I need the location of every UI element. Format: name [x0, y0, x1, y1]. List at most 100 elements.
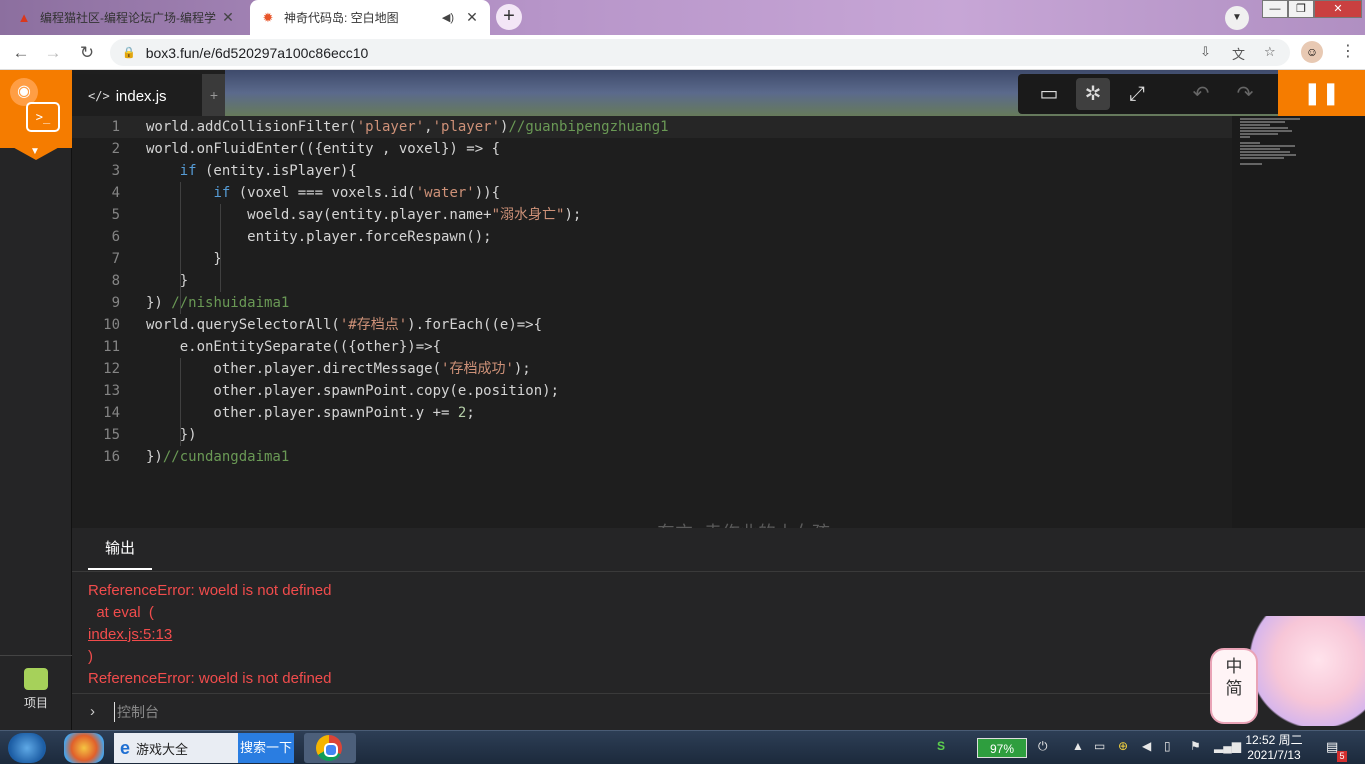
- line-number: 6: [111, 229, 120, 245]
- code-line[interactable]: 13 other.player.spawnPoint.copy(e.positi…: [72, 380, 1232, 402]
- console-input[interactable]: [114, 702, 714, 722]
- editor-tab-bar: </> index.js + ▭ ✲ ⤢ ↶ ↷ ❚❚: [72, 70, 1365, 116]
- code-line[interactable]: 5 woeld.say(entity.player.name+"溺水身亡");: [72, 204, 1232, 226]
- volume-icon[interactable]: ◀: [1142, 739, 1151, 753]
- browser-tab-codemao[interactable]: ▲ 编程猫社区-编程论坛广场-编程学 ✕: [6, 0, 246, 35]
- forward-icon[interactable]: →: [40, 40, 66, 66]
- download-icon[interactable]: ⇩: [1200, 44, 1211, 60]
- line-number: 10: [103, 317, 120, 333]
- keyboard-icon[interactable]: ▭: [1094, 739, 1105, 753]
- console-panel-icon[interactable]: >_: [26, 102, 60, 132]
- error-source-link[interactable]: index.js:5:13: [88, 626, 172, 643]
- translate-icon[interactable]: 文: [1232, 44, 1245, 63]
- code-text: }): [146, 427, 197, 443]
- profile-avatar[interactable]: ☺: [1301, 41, 1323, 63]
- code-line[interactable]: 14 other.player.spawnPoint.y += 2;: [72, 402, 1232, 424]
- code-text: if (voxel === voxels.id('water')){: [213, 185, 501, 201]
- chevron-down-icon[interactable]: ▼: [30, 146, 40, 157]
- line-number: 1: [111, 119, 120, 135]
- flag-icon[interactable]: ⚑: [1190, 739, 1201, 753]
- clock-date: 2021/7/13: [1247, 748, 1301, 762]
- output-panel: 输出 ReferenceError: woeld is not defined …: [72, 528, 1365, 730]
- search-button[interactable]: 搜索一下: [238, 733, 294, 763]
- ie-taskbar-button[interactable]: e 游戏大全: [114, 733, 238, 763]
- reload-icon[interactable]: ↻: [74, 40, 100, 66]
- expand-icon[interactable]: ⤢: [1120, 78, 1154, 110]
- ie-label: 游戏大全: [136, 741, 189, 757]
- network-icon[interactable]: ▂▄▆: [1214, 739, 1241, 753]
- line-number: 13: [103, 383, 120, 399]
- window-close-button[interactable]: ✕: [1314, 0, 1362, 18]
- debug-bug-icon[interactable]: ✲: [1076, 78, 1110, 110]
- power-plug-icon[interactable]: ⏻: [1038, 739, 1048, 754]
- code-line[interactable]: 9}) //nishuidaima1: [72, 292, 1232, 314]
- clock-time: 12:52 周二: [1245, 733, 1303, 747]
- line-number: 9: [111, 295, 120, 311]
- lock-icon[interactable]: 🔒: [122, 46, 136, 59]
- device-icon[interactable]: ▯: [1164, 739, 1171, 753]
- tray-plus-icon[interactable]: ⊕: [1118, 739, 1128, 753]
- line-number: 2: [111, 141, 120, 157]
- more-menu-icon[interactable]: ⋮: [1340, 41, 1356, 63]
- console-row: ›: [72, 693, 1212, 730]
- bookmark-star-icon[interactable]: ☆: [1264, 44, 1276, 60]
- codemao-icon: ▲: [17, 10, 31, 25]
- ime-charset: 简: [1225, 679, 1243, 698]
- app-icon[interactable]: [64, 733, 104, 763]
- comment-icon[interactable]: ▭: [1032, 78, 1066, 110]
- sogou-icon[interactable]: S: [937, 739, 945, 753]
- address-bar[interactable]: 🔒 box3.fun/e/6d520297a100c86ecc10: [110, 39, 1290, 66]
- tab-output[interactable]: 输出: [88, 528, 152, 570]
- browser-tab-box3[interactable]: ✹ 神奇代码岛: 空白地图 ◀) ✕: [250, 0, 490, 35]
- code-text: entity.player.forceRespawn();: [146, 229, 492, 245]
- code-text: world.querySelectorAll('#存档点').forEach((…: [146, 317, 543, 333]
- error-trace: at eval (: [88, 604, 154, 621]
- error-trace-end: ): [88, 648, 93, 665]
- url-text: box3.fun/e/6d520297a100c86ecc10: [145, 44, 369, 61]
- line-number: 15: [103, 427, 120, 443]
- undo-icon[interactable]: ↶: [1184, 78, 1218, 110]
- line-number: 3: [111, 163, 120, 179]
- code-line[interactable]: 10 world.querySelectorAll('#存档点').forEach…: [72, 314, 1232, 336]
- code-line[interactable]: 6 entity.player.forceRespawn();: [72, 226, 1232, 248]
- tab-search-icon[interactable]: ▼: [1225, 6, 1249, 30]
- file-tab-label: index.js: [115, 87, 167, 105]
- code-line[interactable]: 7 }: [72, 248, 1232, 270]
- code-line[interactable]: 3 if (entity.isPlayer){: [72, 160, 1232, 182]
- code-line[interactable]: 4 if (voxel === voxels.id('water')){: [72, 182, 1232, 204]
- start-button[interactable]: [8, 733, 46, 763]
- code-line[interactable]: 15 }): [72, 424, 1232, 446]
- minimize-button[interactable]: —: [1262, 0, 1288, 18]
- project-button[interactable]: 项目: [0, 655, 72, 730]
- code-line[interactable]: 12 other.player.directMessage('存档成功');: [72, 358, 1232, 380]
- error-message: ReferenceError: woeld is not defined: [88, 670, 332, 687]
- redo-icon[interactable]: ↷: [1228, 78, 1262, 110]
- tray-expand-icon[interactable]: ▲: [1072, 739, 1084, 753]
- code-text: e.onEntitySeparate(({other})=>{: [146, 339, 442, 355]
- system-clock[interactable]: 12:52 周二 2021/7/13: [1238, 733, 1310, 763]
- minimap[interactable]: [1232, 116, 1365, 528]
- ime-mode-toggle[interactable]: 中 简: [1210, 648, 1258, 724]
- ime-widget[interactable]: 中 简: [1208, 612, 1365, 730]
- code-editor[interactable]: 1 world.addCollisionFilter('player','play…: [72, 116, 1232, 544]
- code-line[interactable]: 8 }: [72, 270, 1232, 292]
- close-tab-icon[interactable]: ✕: [220, 9, 236, 26]
- maximize-button[interactable]: ❐: [1288, 0, 1314, 18]
- code-line[interactable]: 11 e.onEntitySeparate(({other})=>{: [72, 336, 1232, 358]
- taskbar: e 游戏大全 搜索一下 S 97% ⏻ ▲ ▭ ⊕ ◀ ▯ ⚑ ▂▄▆ 12:5…: [0, 730, 1365, 764]
- new-tab-button[interactable]: +: [496, 4, 522, 30]
- line-number: 7: [111, 251, 120, 267]
- chrome-taskbar-button[interactable]: [304, 733, 356, 763]
- tab-index-js[interactable]: </> index.js: [72, 74, 202, 116]
- code-line[interactable]: 1 world.addCollisionFilter('player','play…: [72, 116, 1232, 138]
- code-text: })//cundangdaima1: [146, 449, 290, 465]
- tab-title: 神奇代码岛: 空白地图: [284, 11, 399, 25]
- speaker-icon[interactable]: ◀): [442, 11, 454, 24]
- battery-indicator[interactable]: 97%: [977, 738, 1027, 758]
- code-line[interactable]: 16})//cundangdaima1: [72, 446, 1232, 468]
- add-file-tab-button[interactable]: +: [202, 74, 226, 116]
- pause-button[interactable]: ❚❚: [1278, 70, 1365, 116]
- back-icon[interactable]: ←: [8, 40, 34, 66]
- code-line[interactable]: 2 world.onFluidEnter(({entity , voxel}) =…: [72, 138, 1232, 160]
- close-tab-icon[interactable]: ✕: [464, 9, 480, 26]
